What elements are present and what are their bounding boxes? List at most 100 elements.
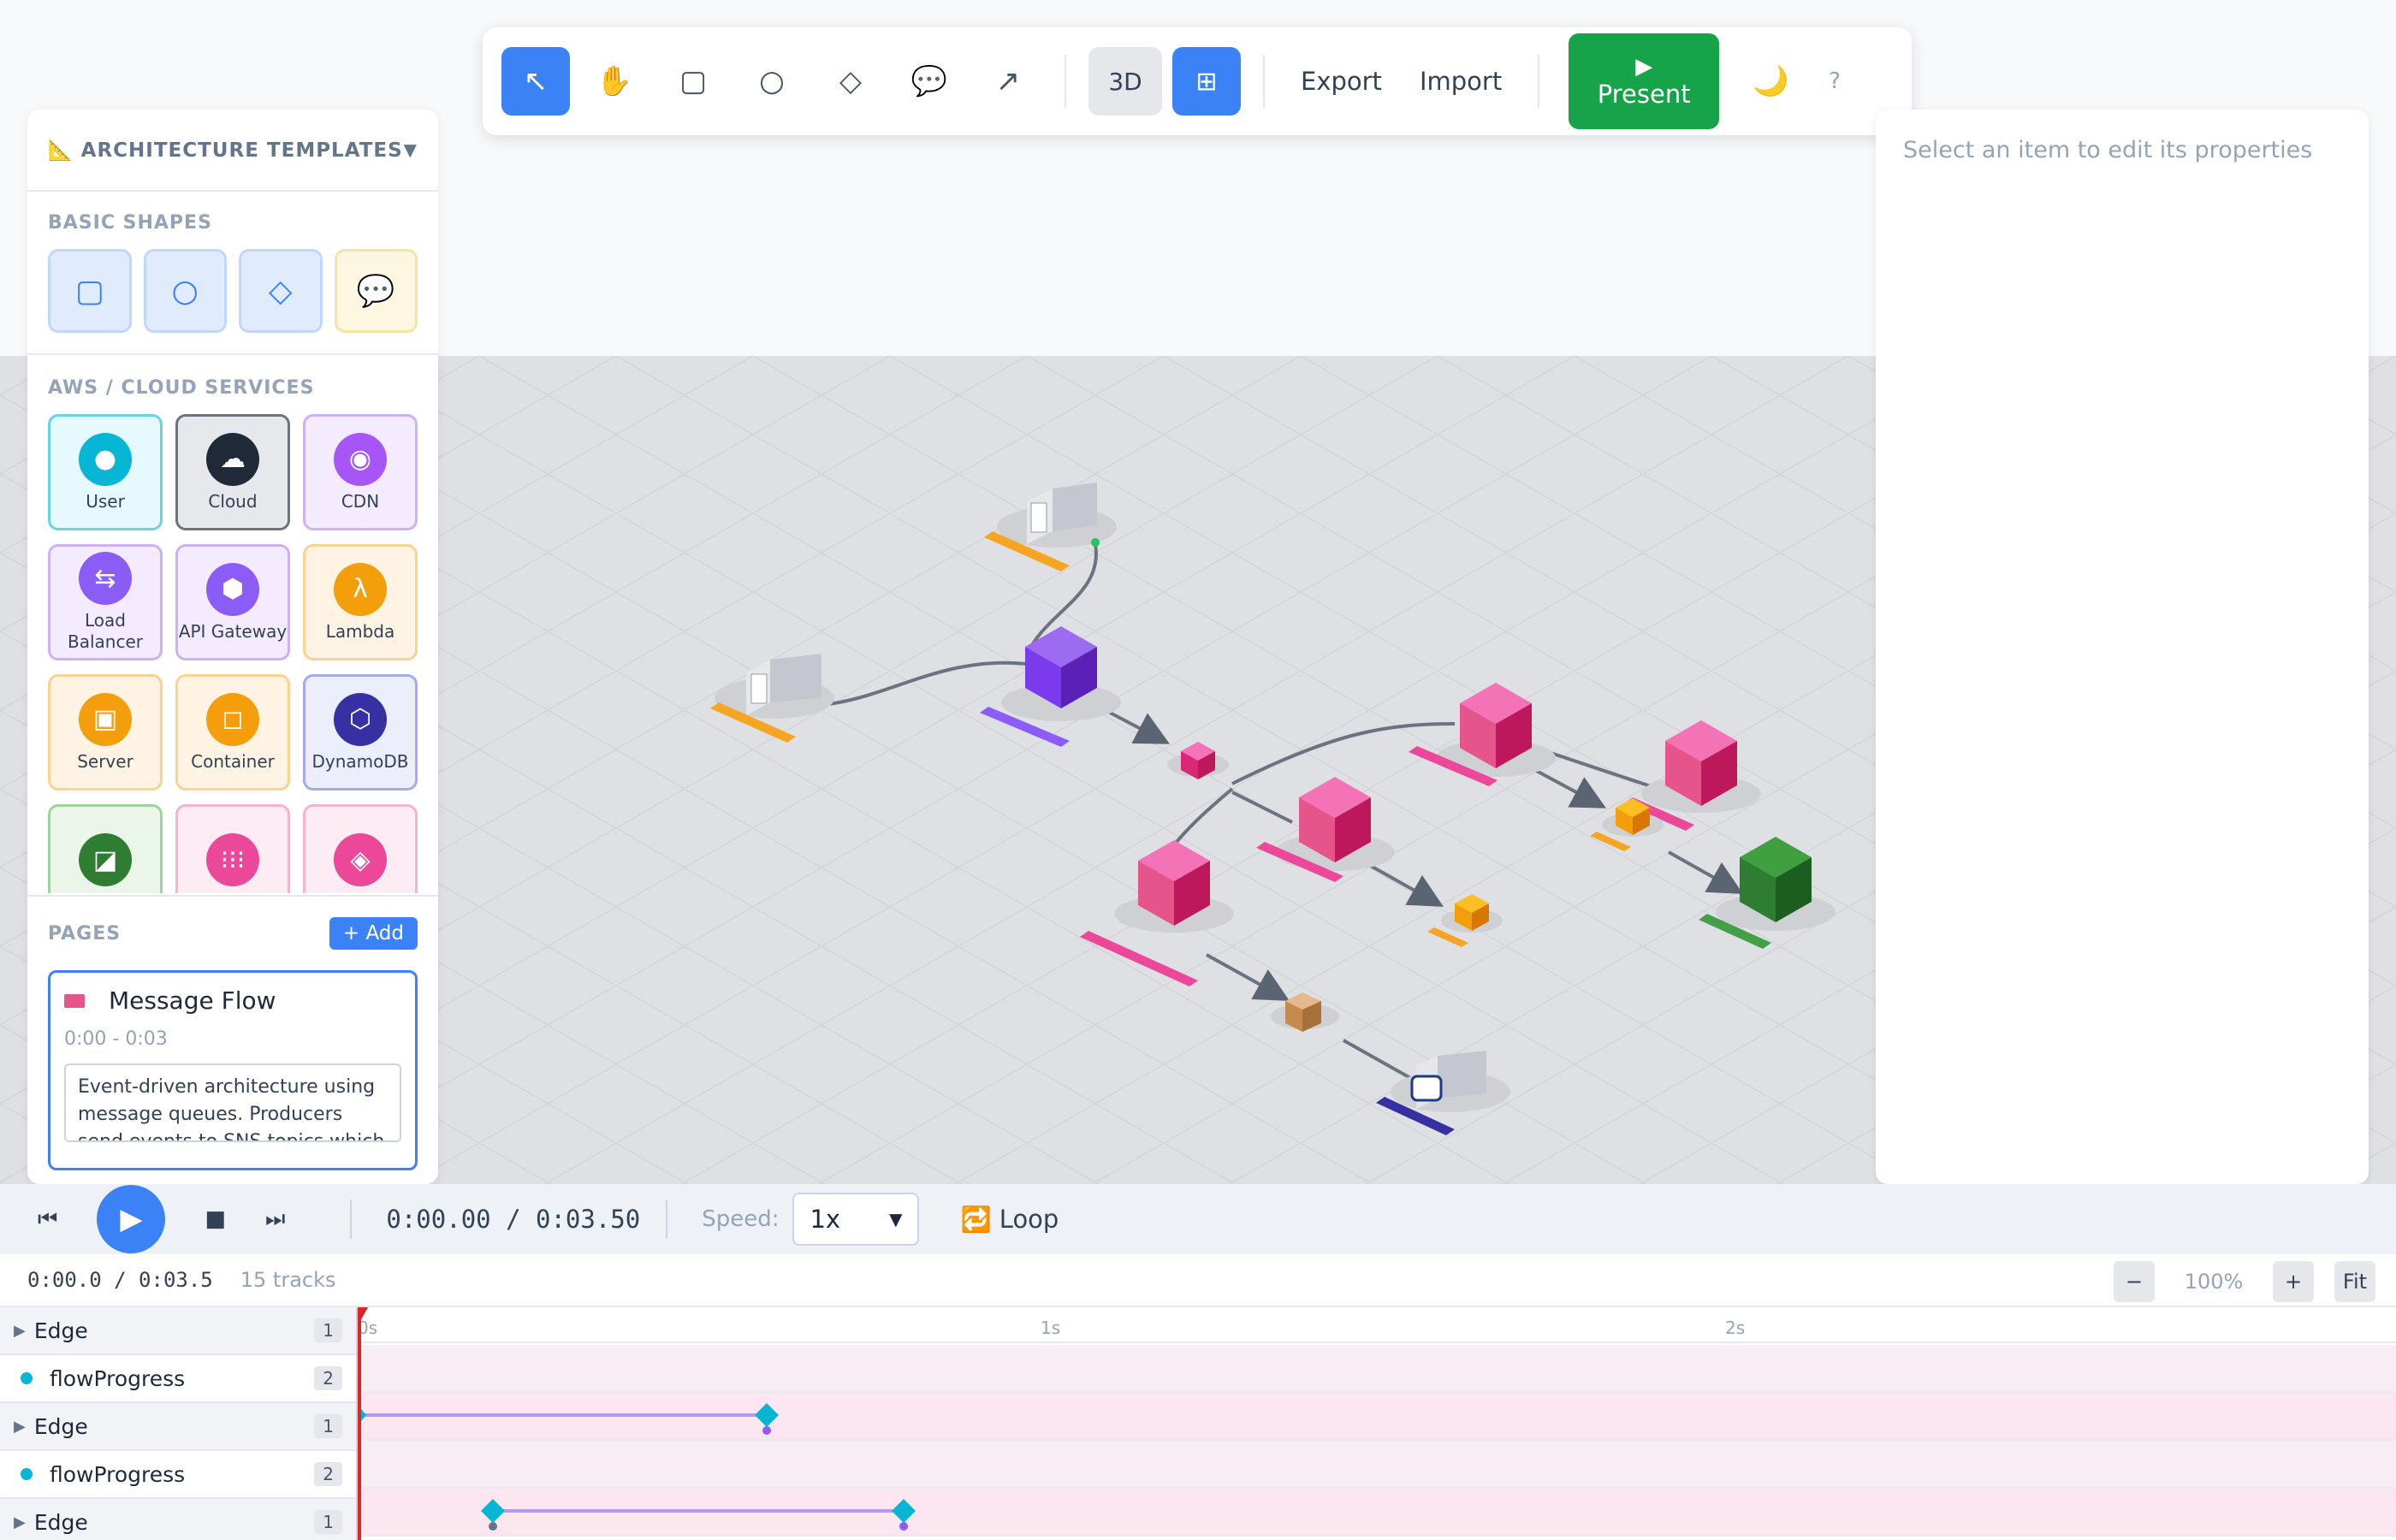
add-page-button[interactable]: + Add bbox=[329, 917, 418, 950]
playhead[interactable] bbox=[358, 1307, 368, 1540]
present-label: Present bbox=[1597, 80, 1691, 109]
chevron-down-icon: ▼ bbox=[403, 139, 418, 160]
service-tile[interactable]: ◻ Container bbox=[175, 674, 290, 791]
pan-tool-button[interactable]: ✋ bbox=[580, 47, 649, 116]
track-property-row[interactable]: flowProgress 2 bbox=[0, 1355, 356, 1403]
keyframe-marker bbox=[755, 1403, 779, 1427]
play-button[interactable]: ▶ bbox=[97, 1185, 166, 1253]
dynamodb-icon: ⬡ bbox=[334, 692, 387, 746]
cursor-icon: ↖ bbox=[523, 64, 549, 98]
player-divider bbox=[350, 1199, 353, 1239]
rectangle-tool-button[interactable]: ▢ bbox=[659, 47, 727, 116]
select-tool-button[interactable]: ↖ bbox=[501, 47, 570, 116]
left-palette: 📐 ARCHITECTURE TEMPLATES ▼ BASIC SHAPES … bbox=[27, 110, 438, 1184]
present-button[interactable]: ▶ Present bbox=[1569, 33, 1720, 129]
track-label: Edge bbox=[33, 1318, 88, 1343]
service-label: User bbox=[86, 490, 125, 512]
toolbar-divider bbox=[1538, 55, 1540, 108]
service-tile[interactable]: ◪ bbox=[48, 804, 163, 893]
service-label: Cloud bbox=[208, 490, 258, 512]
keyframe-marker bbox=[481, 1499, 505, 1523]
diamond-icon: ◇ bbox=[839, 64, 863, 98]
templates-header[interactable]: 📐 ARCHITECTURE TEMPLATES ▼ bbox=[27, 110, 438, 192]
basic-shape-button[interactable]: 💬 bbox=[334, 249, 418, 333]
service-tile[interactable]: ⁝⁝⁝ bbox=[175, 804, 290, 893]
container-icon: ◻ bbox=[206, 692, 259, 746]
circle-tool-button[interactable]: ○ bbox=[738, 47, 806, 116]
arrow-tool-button[interactable]: ↗ bbox=[974, 47, 1042, 116]
theme-toggle[interactable]: 🌙 bbox=[1736, 47, 1805, 116]
service-tile[interactable]: ⬡ DynamoDB bbox=[303, 674, 418, 791]
track-group-row[interactable]: ▶ Edge 1 bbox=[0, 1307, 356, 1355]
player-divider bbox=[666, 1199, 668, 1239]
expand-icon[interactable]: ▶ bbox=[14, 1418, 26, 1436]
import-button[interactable]: Import bbox=[1406, 47, 1515, 116]
track-count-badge: 2 bbox=[314, 1366, 342, 1390]
track-group-row[interactable]: ▶ Edge 1 bbox=[0, 1403, 356, 1451]
skip-forward-icon[interactable]: ⏭ bbox=[265, 1206, 285, 1233]
service-tile[interactable]: ☁ Cloud bbox=[175, 414, 290, 530]
page-card[interactable]: Message Flow 0:00 - 0:03 Event-driven ar… bbox=[48, 970, 418, 1170]
play-icon: ▶ bbox=[1635, 54, 1653, 80]
grid-toggle[interactable]: ⊞ bbox=[1172, 47, 1241, 116]
diamond-tool-button[interactable]: ◇ bbox=[816, 47, 885, 116]
track-count-badge: 1 bbox=[314, 1318, 342, 1342]
expand-icon[interactable]: ▶ bbox=[14, 1322, 26, 1340]
service-tile[interactable]: ● User bbox=[48, 414, 163, 530]
track-label: Edge bbox=[33, 1413, 88, 1439]
toolbar-divider bbox=[1065, 55, 1066, 108]
zoom-out-button[interactable]: − bbox=[2114, 1261, 2155, 1302]
service-tile[interactable]: ▣ Server bbox=[48, 674, 163, 791]
speech-bubble-icon: 💬 bbox=[356, 274, 395, 309]
rectangle-icon: ▢ bbox=[679, 64, 708, 98]
main-toolbar: ↖ ✋ ▢ ○ ◇ 💬 ↗ 3D ⊞ Export Import ▶ Prese… bbox=[483, 27, 1912, 135]
page-description-field[interactable]: Event-driven architecture using message … bbox=[64, 1063, 401, 1142]
service-tile[interactable]: ⬢ API Gateway bbox=[175, 544, 290, 660]
pages-section: PAGES + Add Message Flow 0:00 - 0:03 Eve… bbox=[27, 895, 438, 1170]
view-3d-toggle[interactable]: 3D bbox=[1088, 47, 1162, 116]
service-tile[interactable]: ◈ bbox=[303, 804, 418, 893]
lambda-icon: λ bbox=[334, 562, 387, 616]
timeline-header: 0:00.0 / 0:03.5 15 tracks − 100% + Fit bbox=[0, 1254, 2396, 1307]
zoom-in-button[interactable]: + bbox=[2273, 1261, 2314, 1302]
page-title-input[interactable]: Message Flow bbox=[109, 986, 276, 1015]
service-label: Lambda bbox=[325, 620, 395, 642]
property-dot-icon bbox=[21, 1468, 33, 1480]
service-label: Server bbox=[77, 750, 133, 772]
hand-icon: ✋ bbox=[596, 64, 633, 98]
diamond-icon: ◇ bbox=[268, 273, 293, 309]
basic-shape-button[interactable]: ◇ bbox=[239, 249, 323, 333]
track-group-row[interactable]: ▶ Edge 1 bbox=[0, 1499, 356, 1540]
queue-icon: ⁝⁝⁝ bbox=[206, 833, 259, 886]
basic-shape-button[interactable]: ▢ bbox=[48, 249, 132, 333]
cloud-services-grid: ● User ☁ Cloud ◉ CDN ⇆ Load Balancer ⬢ API Gatewa… bbox=[27, 414, 438, 893]
speed-select[interactable]: 1x ▼ bbox=[792, 1193, 920, 1246]
page-color-swatch bbox=[64, 993, 85, 1008]
basic-shape-button[interactable]: ○ bbox=[143, 249, 227, 333]
speed-label: Speed: bbox=[702, 1206, 780, 1232]
playback-bar: ⏮ ▶ ■ ⏭ 0:00.00 / 0:03.50 Speed: 1x ▼ 🔁 … bbox=[0, 1184, 2396, 1254]
loop-toggle[interactable]: 🔁 Loop bbox=[960, 1205, 1059, 1235]
timeline-time: 0:00.0 / 0:03.5 bbox=[27, 1268, 213, 1292]
export-button[interactable]: Export bbox=[1287, 47, 1396, 116]
track-property-row[interactable]: flowProgress 2 bbox=[0, 1451, 356, 1499]
service-tile[interactable]: λ Lambda bbox=[303, 544, 418, 660]
basic-shapes: ▢ ○ ◇ 💬 bbox=[27, 249, 438, 333]
fit-button[interactable]: Fit bbox=[2334, 1261, 2375, 1302]
timeline-area[interactable]: 0s 1s 2s bbox=[358, 1307, 2396, 1540]
stop-icon[interactable]: ■ bbox=[205, 1206, 226, 1232]
track-count-badge: 1 bbox=[314, 1510, 342, 1534]
arrow-icon: ↗ bbox=[995, 64, 1021, 98]
service-tile[interactable]: ◉ CDN bbox=[303, 414, 418, 530]
comment-tool-button[interactable]: 💬 bbox=[895, 47, 964, 116]
cloud-icon: ☁ bbox=[206, 432, 259, 486]
play-icon: ▶ bbox=[120, 1202, 143, 1236]
track-label: flowProgress bbox=[50, 1365, 186, 1391]
expand-icon[interactable]: ▶ bbox=[14, 1513, 26, 1531]
service-tile[interactable]: ⇆ Load Balancer bbox=[48, 544, 163, 660]
skip-back-icon[interactable]: ⏮ bbox=[38, 1206, 57, 1233]
service-label: API Gateway bbox=[178, 620, 288, 642]
speed-value: 1x bbox=[810, 1205, 841, 1234]
load-balancer-icon: ⇆ bbox=[79, 552, 132, 605]
help-button[interactable]: ? bbox=[1815, 47, 1854, 116]
